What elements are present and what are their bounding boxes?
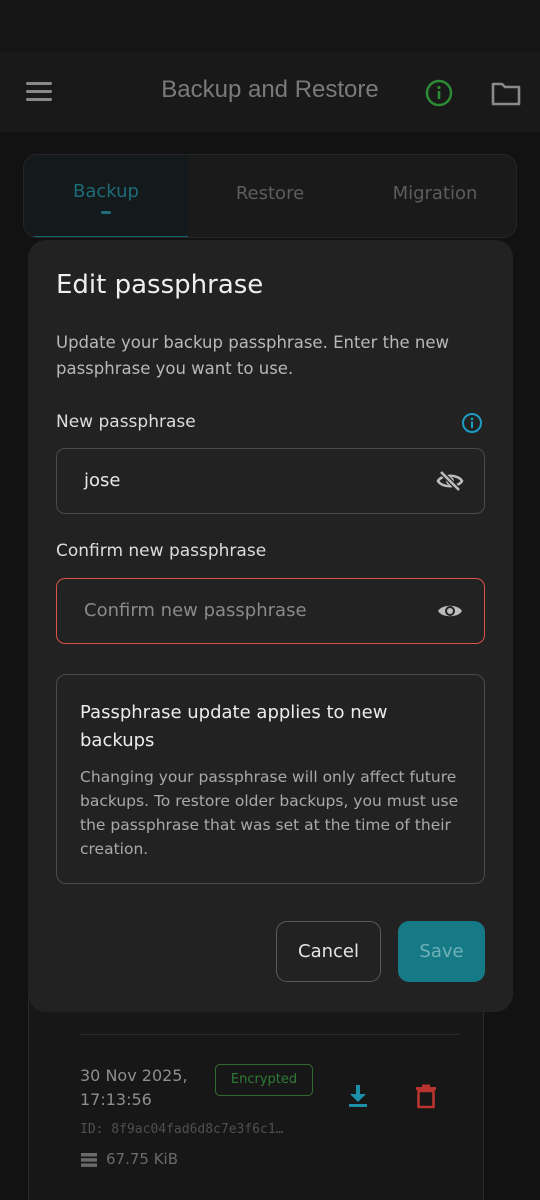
save-button[interactable]: Save <box>398 921 485 982</box>
tab-restore-label: Restore <box>235 183 305 204</box>
confirm-passphrase-placeholder: Confirm new passphrase <box>84 600 307 621</box>
folder-icon[interactable] <box>491 80 521 106</box>
tab-migration-label: Migration <box>392 183 478 204</box>
dialog-description: Update your backup passphrase. Enter the… <box>56 333 450 378</box>
confirm-passphrase-label: Confirm new passphrase <box>56 541 267 561</box>
dialog-title: Edit passphrase <box>56 270 264 300</box>
new-passphrase-value: jose <box>84 470 121 491</box>
encrypted-badge: Encrypted <box>215 1064 313 1096</box>
backup-id: ID: 8f9ac04fad6d8c7e3f6c1… <box>80 1122 284 1137</box>
tab-migration[interactable]: Migration <box>352 155 516 237</box>
confirm-passphrase-input[interactable]: Confirm new passphrase <box>56 578 485 644</box>
eye-off-icon[interactable] <box>436 469 464 493</box>
info-icon[interactable] <box>461 412 483 434</box>
menu-icon[interactable] <box>26 82 54 104</box>
notice-body: Changing your passphrase will only affec… <box>80 768 459 858</box>
list-divider <box>80 1034 460 1035</box>
new-passphrase-label: New passphrase <box>56 412 196 432</box>
trash-icon[interactable] <box>414 1083 438 1109</box>
page-title: Backup and Restore <box>161 76 379 103</box>
tab-backup[interactable]: Backup <box>24 155 188 237</box>
tab-active-indicator <box>24 236 188 237</box>
status-bar <box>0 0 540 52</box>
tab-bar: Backup Restore Migration <box>23 154 517 238</box>
edit-passphrase-dialog: Edit passphrase Update your backup passp… <box>28 240 513 1012</box>
info-icon[interactable] <box>424 78 454 108</box>
tab-restore[interactable]: Restore <box>188 155 352 237</box>
tab-backup-label: Backup <box>73 181 139 202</box>
eye-icon[interactable] <box>436 599 464 623</box>
backup-size: 67.75 KiB <box>106 1150 179 1168</box>
new-passphrase-input[interactable]: jose <box>56 448 485 514</box>
passphrase-notice: Passphrase update applies to new backups… <box>56 674 485 884</box>
database-icon <box>81 1153 97 1167</box>
tab-active-dot <box>101 211 111 214</box>
notice-title: Passphrase update applies to new backups <box>80 702 388 751</box>
cancel-button[interactable]: Cancel <box>276 921 381 982</box>
app-bar: Backup and Restore <box>0 52 540 132</box>
backup-date: 30 Nov 2025, 17:13:56 <box>80 1066 188 1109</box>
download-icon[interactable] <box>346 1083 370 1109</box>
